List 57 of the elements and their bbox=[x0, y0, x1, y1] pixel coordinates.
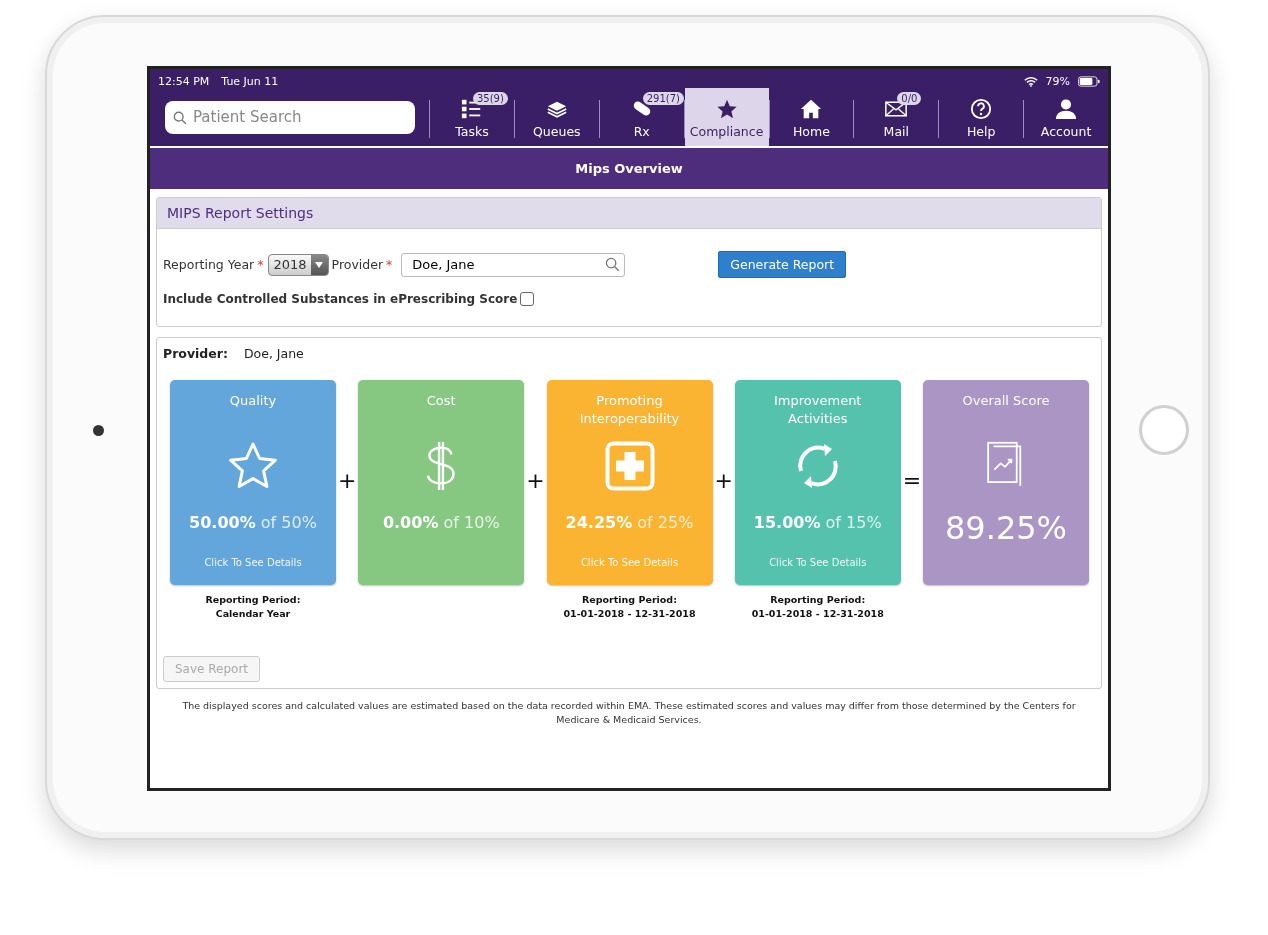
card-title: Improvement Activities bbox=[773, 392, 863, 428]
person-icon bbox=[1055, 98, 1078, 120]
page-title-bar: Mips Overview bbox=[150, 148, 1108, 189]
plus-square-icon bbox=[604, 440, 655, 491]
generate-report-button[interactable]: Generate Report bbox=[718, 251, 847, 278]
provider-field[interactable]: Doe, Jane bbox=[401, 252, 626, 277]
card-title: Quality bbox=[228, 392, 278, 410]
count-badge: 35(9) bbox=[472, 92, 508, 105]
required-asterisk: * bbox=[386, 257, 393, 272]
required-asterisk: * bbox=[257, 257, 264, 272]
status-time: 12:54 PM bbox=[158, 74, 210, 88]
overall-score: 89.25% bbox=[945, 509, 1067, 547]
score-text: 15.00% of 15% bbox=[753, 513, 882, 532]
operator-sign: + bbox=[336, 468, 358, 493]
house-icon bbox=[800, 98, 823, 120]
card-title: Overall Score bbox=[961, 392, 1051, 410]
star-icon bbox=[715, 98, 738, 120]
score-text: 24.25% of 25% bbox=[565, 513, 694, 532]
field-label: Provider bbox=[331, 257, 384, 272]
status-date: Tue Jun 11 bbox=[221, 74, 279, 88]
reporting-period: Reporting Period: 01-01-2018 - 12-31-2018 bbox=[751, 593, 884, 621]
count-badge: 0/0 bbox=[897, 92, 922, 105]
score-text: 50.00% of 50% bbox=[189, 513, 317, 532]
card-title: Promoting Interoperability bbox=[578, 392, 681, 428]
field-label: Reporting Year bbox=[163, 257, 255, 272]
nav-tab[interactable]: 35(9) Tasks bbox=[430, 88, 514, 146]
disclaimer-text: The displayed scores and calculated values are estimated based on the data recorded within EMA. These estimated scores and values may differ from those determined by the Centers for Medicare & Medicaid Services. bbox=[181, 699, 1077, 727]
nav-tab[interactable]: 0/0 Mail bbox=[854, 88, 939, 146]
field-label: Provider: bbox=[163, 346, 228, 361]
nav-tab[interactable]: Home bbox=[769, 88, 854, 146]
count-badge: 291(7) bbox=[642, 92, 684, 105]
nav-tab[interactable]: Account bbox=[1024, 88, 1108, 146]
provider-name: Doe, Jane bbox=[243, 346, 304, 361]
search-icon bbox=[605, 256, 621, 272]
battery-icon bbox=[1078, 75, 1100, 87]
nav-tab[interactable]: 291(7) Rx bbox=[599, 88, 684, 146]
nav-tab[interactable]: Queues bbox=[514, 88, 599, 146]
camera-dot bbox=[93, 425, 104, 436]
operator-sign: + bbox=[713, 468, 734, 493]
wifi-icon bbox=[1023, 75, 1038, 87]
checkbox[interactable] bbox=[520, 292, 535, 306]
card-title: Cost bbox=[425, 392, 457, 410]
reporting-period: Reporting Period: 01-01-2018 - 12-31-2018 bbox=[563, 593, 696, 621]
nav-tab[interactable]: Help bbox=[939, 88, 1024, 146]
operator-sign: + bbox=[525, 468, 546, 493]
nav-tab[interactable]: Compliance bbox=[684, 88, 769, 146]
patient-search-field[interactable]: Patient Search bbox=[165, 100, 415, 134]
year-dropdown[interactable]: 2018 bbox=[268, 253, 329, 276]
score-text: 0.00% of 10% bbox=[382, 513, 500, 532]
operator-sign: = bbox=[901, 468, 923, 493]
help-icon bbox=[970, 98, 993, 120]
star-icon bbox=[228, 440, 278, 491]
checkbox-label: Include Controlled Substances in ePrescribing Score bbox=[163, 292, 518, 306]
reporting-period: Reporting Period: Calendar Year bbox=[205, 593, 301, 621]
caret-icon bbox=[310, 254, 328, 275]
battery-percent: 79% bbox=[1045, 74, 1070, 88]
panel-heading: MIPS Report Settings bbox=[157, 198, 1101, 229]
